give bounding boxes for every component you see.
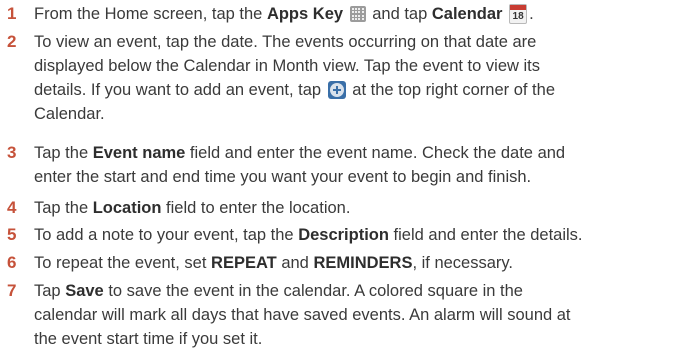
step-text-segment: and tap (367, 5, 432, 23)
step-text: From the Home screen, tap the Apps Key a… (34, 2, 694, 26)
step-line: To view an event, tap the date. The even… (34, 33, 537, 51)
reminders-label: REMINDERS (313, 254, 413, 272)
step-text: To add a note to your event, tap the Des… (34, 223, 694, 247)
add-event-icon (327, 81, 346, 99)
step-text-segment: , if necessary. (412, 254, 514, 272)
step-text-segment: field to enter the location. (161, 199, 351, 217)
step-number: 4 (7, 198, 17, 217)
step-text-segment: and (276, 254, 314, 272)
step-text: To repeat the event, set REPEAT and REMI… (34, 251, 694, 275)
step-text: Tap Save to save the event in the calend… (34, 279, 694, 351)
step-number: 3 (7, 143, 17, 162)
instruction-steps: 1 From the Home screen, tap the Apps Key… (0, 0, 696, 358)
apps-key-icon (349, 6, 366, 22)
step-text-segment: Tap (34, 282, 66, 300)
step-number: 2 (7, 32, 17, 51)
location-label: Location (92, 199, 162, 217)
repeat-label: REPEAT (211, 254, 277, 272)
step-line: displayed below the Calendar in Month vi… (34, 57, 540, 75)
calendar-icon-day: 18 (512, 11, 524, 22)
step-text-segment: . (529, 5, 534, 23)
description-label: Description (298, 226, 389, 244)
step-number: 1 (7, 4, 17, 23)
step-number: 7 (7, 281, 17, 300)
step-line: calendar will mark all days that have sa… (34, 306, 571, 324)
calendar-label: Calendar (431, 5, 503, 23)
step-line: enter the start and end time you want yo… (34, 168, 532, 186)
step-text-segment: To repeat the event, set (34, 254, 212, 272)
step-text-segment: details. If you want to add an event, ta… (34, 81, 326, 99)
step-number: 5 (7, 225, 17, 244)
apps-key-label: Apps Key (266, 5, 344, 23)
save-label: Save (65, 282, 104, 300)
event-name-label: Event name (92, 144, 186, 162)
step-text-segment: Tap the (34, 144, 93, 162)
calendar-app-icon: 18 (509, 4, 528, 24)
step-text: Tap the Event name field and enter the e… (34, 141, 694, 189)
step-number: 6 (7, 253, 17, 272)
step-text-segment: Tap the (34, 199, 93, 217)
step-text: To view an event, tap the date. The even… (34, 30, 694, 126)
step-text-segment: to save the event in the calendar. A col… (103, 282, 523, 300)
step-text-segment: at the top right corner of the (347, 81, 555, 99)
step-line: Calendar. (34, 105, 105, 123)
step-text-segment: field and enter the event name. Check th… (185, 144, 566, 162)
step-text-segment: field and enter the details. (388, 226, 583, 244)
step-text-segment: From the Home screen, tap the (34, 5, 267, 23)
step-line: the event start time if you set it. (34, 330, 263, 348)
step-text-segment: To add a note to your event, tap the (34, 226, 299, 244)
step-text: Tap the Location field to enter the loca… (34, 196, 694, 220)
